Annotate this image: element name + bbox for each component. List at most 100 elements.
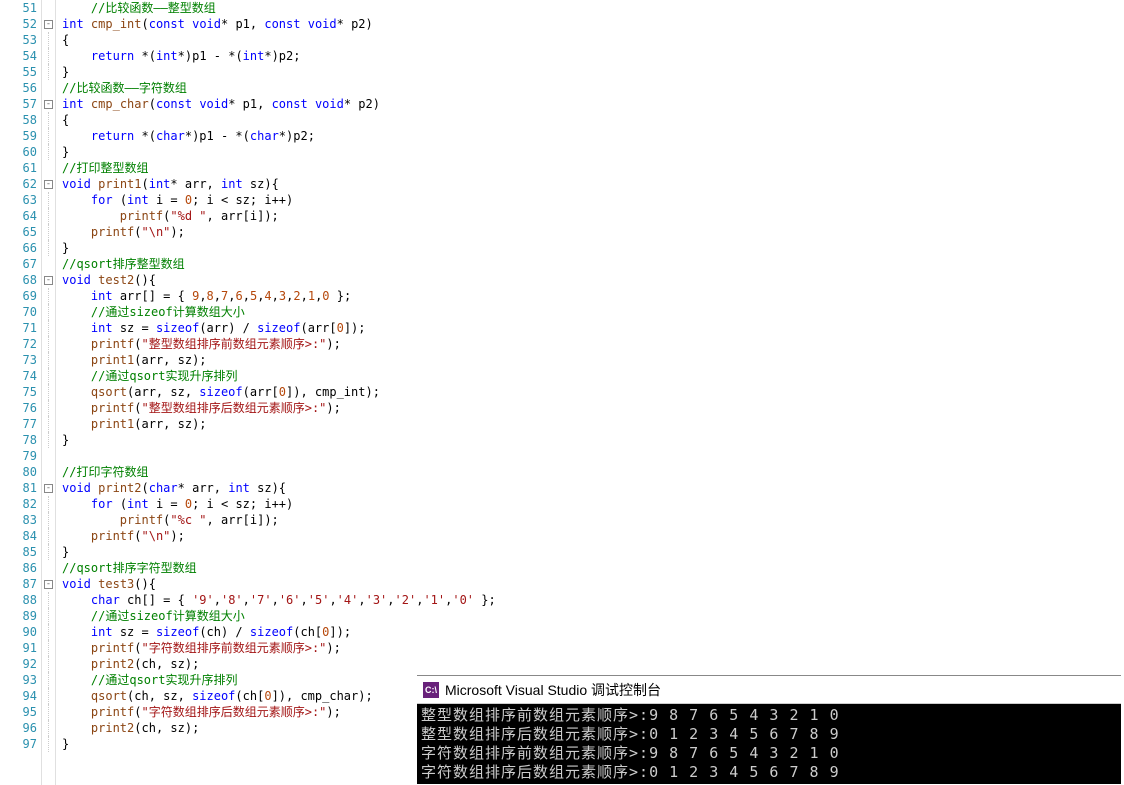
code-line[interactable]: //通过sizeof计算数组大小 <box>62 608 1124 624</box>
fold-toggle-icon[interactable]: - <box>44 580 53 589</box>
code-editor[interactable]: 5152535455565758596061626364656667686970… <box>0 0 1124 785</box>
code-token: ); <box>326 337 340 351</box>
code-line[interactable]: void print2(char* arr, int sz){ <box>62 480 1124 496</box>
code-line[interactable]: printf("%d ", arr[i]); <box>62 208 1124 224</box>
fold-cell[interactable]: - <box>42 576 55 592</box>
code-token: //通过sizeof计算数组大小 <box>91 305 245 319</box>
fold-cell[interactable]: - <box>42 16 55 32</box>
line-number: 85 <box>0 544 37 560</box>
code-token <box>62 401 91 415</box>
code-line[interactable]: //打印整型数组 <box>62 160 1124 176</box>
code-line[interactable]: } <box>62 64 1124 80</box>
code-token: 0 <box>337 321 344 335</box>
code-line[interactable]: void test2(){ <box>62 272 1124 288</box>
code-line[interactable]: int sz = sizeof(arr) / sizeof(arr[0]); <box>62 320 1124 336</box>
code-line[interactable]: printf("整型数组排序前数组元素顺序>:"); <box>62 336 1124 352</box>
console-titlebar[interactable]: C:\ Microsoft Visual Studio 调试控制台 <box>417 676 1121 704</box>
code-token <box>62 193 91 207</box>
code-token: ( <box>134 401 141 415</box>
code-token: //通过sizeof计算数组大小 <box>91 609 245 623</box>
code-line[interactable]: return *(int*)p1 - *(int*)p2; <box>62 48 1124 64</box>
code-line[interactable]: printf("字符数组排序前数组元素顺序>:"); <box>62 640 1124 656</box>
code-token: , <box>214 289 221 303</box>
console-line: 整型数组排序前数组元素顺序>:9 8 7 6 5 4 3 2 1 0 <box>421 706 1117 725</box>
line-number: 70 <box>0 304 37 320</box>
code-line[interactable]: print1(arr, sz); <box>62 352 1124 368</box>
code-token: '6' <box>279 593 301 607</box>
code-line[interactable]: printf("\n"); <box>62 224 1124 240</box>
code-line[interactable]: qsort(arr, sz, sizeof(arr[0]), cmp_int); <box>62 384 1124 400</box>
code-line[interactable]: printf("%c ", arr[i]); <box>62 512 1124 528</box>
line-number: 75 <box>0 384 37 400</box>
code-line[interactable]: } <box>62 432 1124 448</box>
code-token: int <box>127 193 149 207</box>
fold-column[interactable]: - - - - - - <box>42 0 56 785</box>
code-token: printf <box>120 513 163 527</box>
code-token: *( <box>134 49 156 63</box>
code-line[interactable]: //通过sizeof计算数组大小 <box>62 304 1124 320</box>
code-line[interactable]: { <box>62 32 1124 48</box>
code-line[interactable]: printf("\n"); <box>62 528 1124 544</box>
code-token: (){ <box>134 273 156 287</box>
code-line[interactable]: //打印字符数组 <box>62 464 1124 480</box>
fold-cell <box>42 592 55 608</box>
code-line[interactable]: int sz = sizeof(ch) / sizeof(ch[0]); <box>62 624 1124 640</box>
code-line[interactable]: void print1(int* arr, int sz){ <box>62 176 1124 192</box>
code-line[interactable]: { <box>62 112 1124 128</box>
code-line[interactable]: for (int i = 0; i < sz; i++) <box>62 496 1124 512</box>
code-line[interactable]: void test3(){ <box>62 576 1124 592</box>
code-line[interactable]: } <box>62 544 1124 560</box>
code-line[interactable]: return *(char*)p1 - *(char*)p2; <box>62 128 1124 144</box>
fold-cell[interactable]: - <box>42 480 55 496</box>
fold-toggle-icon[interactable]: - <box>44 20 53 29</box>
code-token: int <box>221 177 243 191</box>
code-line[interactable]: //通过qsort实现升序排列 <box>62 368 1124 384</box>
code-line[interactable]: int arr[] = { 9,8,7,6,5,4,3,2,1,0 }; <box>62 288 1124 304</box>
code-token: ( <box>134 337 141 351</box>
debug-console-window[interactable]: C:\ Microsoft Visual Studio 调试控制台 整型数组排序… <box>417 675 1121 784</box>
fold-toggle-icon[interactable]: - <box>44 484 53 493</box>
code-line[interactable]: for (int i = 0; i < sz; i++) <box>62 192 1124 208</box>
code-token: '4' <box>337 593 359 607</box>
code-line[interactable]: print1(arr, sz); <box>62 416 1124 432</box>
code-token: ; i < sz; i++) <box>192 497 293 511</box>
code-line[interactable]: print2(ch, sz); <box>62 656 1124 672</box>
code-line[interactable] <box>62 448 1124 464</box>
code-area[interactable]: //比较函数——整型数组int cmp_int(const void* p1, … <box>56 0 1124 785</box>
code-line[interactable]: } <box>62 144 1124 160</box>
fold-cell[interactable]: - <box>42 176 55 192</box>
code-token: , <box>199 289 206 303</box>
line-number: 59 <box>0 128 37 144</box>
code-token: i = <box>149 193 185 207</box>
code-line[interactable]: int cmp_char(const void* p1, const void*… <box>62 96 1124 112</box>
code-token: sizeof <box>192 689 235 703</box>
code-token: } <box>62 145 69 159</box>
fold-cell[interactable]: - <box>42 272 55 288</box>
code-line[interactable]: //qsort排序字符型数组 <box>62 560 1124 576</box>
fold-cell <box>42 32 55 48</box>
code-token: ]); <box>344 321 366 335</box>
fold-cell <box>42 208 55 224</box>
code-token: (ch[ <box>235 689 264 703</box>
code-token: 0 <box>185 193 192 207</box>
line-number: 92 <box>0 656 37 672</box>
fold-toggle-icon[interactable]: - <box>44 276 53 285</box>
code-line[interactable]: //qsort排序整型数组 <box>62 256 1124 272</box>
code-token: }; <box>474 593 496 607</box>
fold-toggle-icon[interactable]: - <box>44 180 53 189</box>
fold-cell <box>42 304 55 320</box>
code-token: print1 <box>91 353 134 367</box>
code-line[interactable]: } <box>62 240 1124 256</box>
code-token: char <box>91 593 120 607</box>
code-line[interactable]: //比较函数——整型数组 <box>62 0 1124 16</box>
fold-cell[interactable]: - <box>42 96 55 112</box>
code-line[interactable]: int cmp_int(const void* p1, const void* … <box>62 16 1124 32</box>
code-token: sizeof <box>250 625 293 639</box>
code-token: ( <box>134 641 141 655</box>
code-line[interactable]: printf("整型数组排序后数组元素顺序>:"); <box>62 400 1124 416</box>
code-token <box>62 657 91 671</box>
fold-toggle-icon[interactable]: - <box>44 100 53 109</box>
code-line[interactable]: char ch[] = { '9','8','7','6','5','4','3… <box>62 592 1124 608</box>
code-line[interactable]: //比较函数——字符数组 <box>62 80 1124 96</box>
code-token: printf <box>91 225 134 239</box>
